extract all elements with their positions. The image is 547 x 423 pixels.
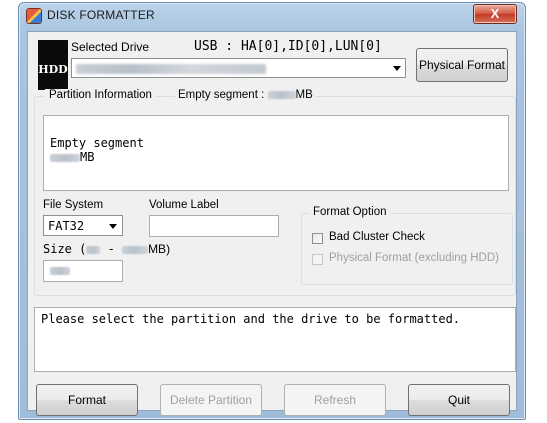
empty-segment-label: Empty segment : bbox=[178, 89, 265, 101]
close-button[interactable]: X bbox=[473, 4, 517, 24]
physical-format-excl-label: Physical Format (excluding HDD) bbox=[329, 252, 499, 264]
chevron-down-icon bbox=[109, 224, 117, 229]
window-title: DISK FORMATTER bbox=[47, 8, 155, 22]
size-value-redacted bbox=[50, 267, 70, 275]
drive-name-redacted bbox=[76, 64, 266, 74]
format-option-group: Format Option Bad Cluster Check Physical… bbox=[301, 206, 513, 285]
empty-segment-summary: Empty segment : MB bbox=[175, 89, 316, 101]
selected-drive-label: Selected Drive bbox=[71, 40, 150, 54]
size-prefix: Size ( bbox=[43, 242, 87, 256]
chevron-down-icon bbox=[393, 66, 401, 71]
physical-format-button[interactable]: Physical Format bbox=[416, 48, 508, 82]
refresh-button[interactable]: Refresh bbox=[284, 384, 386, 416]
size-range: Size ( - MB) bbox=[43, 242, 170, 256]
format-button[interactable]: Format bbox=[36, 384, 138, 416]
drive-select-dropdown[interactable] bbox=[71, 58, 406, 78]
partition-info-group: Partition Information Empty segment : MB… bbox=[34, 89, 516, 296]
file-system-value: FAT32 bbox=[48, 219, 85, 233]
volume-label-input[interactable] bbox=[149, 215, 279, 237]
partition-list[interactable]: Empty segment MB bbox=[43, 115, 509, 191]
size-min-redacted bbox=[86, 245, 101, 254]
title-bar[interactable]: DISK FORMATTER X bbox=[19, 3, 525, 29]
size-suffix: MB) bbox=[148, 242, 171, 256]
hdd-icon: HDD bbox=[38, 40, 68, 90]
bad-cluster-label: Bad Cluster Check bbox=[329, 231, 425, 243]
status-message: Please select the partition and the driv… bbox=[41, 312, 461, 326]
size-separator: - bbox=[107, 242, 115, 256]
partition-item-title: Empty segment bbox=[50, 136, 144, 150]
size-input[interactable] bbox=[43, 260, 123, 282]
app-icon bbox=[27, 9, 41, 23]
quit-button[interactable]: Quit bbox=[408, 384, 510, 416]
bad-cluster-checkbox[interactable] bbox=[312, 233, 323, 244]
file-system-label: File System bbox=[43, 199, 104, 211]
partition-info-label: Partition Information bbox=[45, 89, 156, 101]
physical-format-excl-checkbox[interactable] bbox=[312, 254, 323, 265]
delete-partition-button[interactable]: Delete Partition bbox=[160, 384, 262, 416]
status-message-box: Please select the partition and the driv… bbox=[34, 307, 516, 372]
partition-item-unit: MB bbox=[80, 150, 95, 164]
usb-info-text: USB : HA[0],ID[0],LUN[0] bbox=[194, 39, 382, 54]
empty-segment-unit: MB bbox=[295, 89, 313, 101]
client-area: HDD Selected Drive USB : HA[0],ID[0],LUN… bbox=[27, 31, 517, 416]
empty-segment-size-redacted bbox=[267, 90, 296, 99]
partition-item-size-redacted bbox=[50, 153, 80, 162]
hdd-badge-text: HDD bbox=[38, 62, 68, 76]
size-max-redacted bbox=[122, 245, 149, 254]
format-option-label: Format Option bbox=[310, 206, 390, 218]
file-system-select[interactable]: FAT32 bbox=[43, 215, 123, 236]
partition-list-item[interactable]: Empty segment MB bbox=[50, 136, 144, 164]
volume-label-label: Volume Label bbox=[149, 199, 219, 211]
disk-formatter-window: DISK FORMATTER X HDD Selected Drive USB … bbox=[18, 2, 526, 420]
